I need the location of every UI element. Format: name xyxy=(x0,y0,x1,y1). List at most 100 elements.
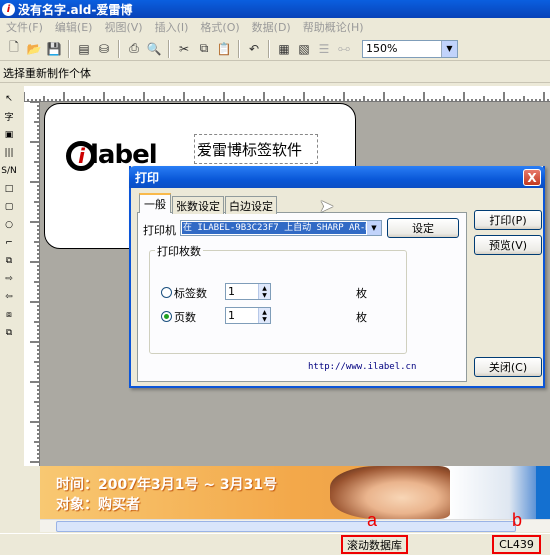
ruler-horizontal-ticks xyxy=(24,92,549,101)
send-back-icon[interactable]: ⧉ xyxy=(2,325,17,340)
setup-button[interactable]: 设定 xyxy=(387,218,459,238)
printer-label: 打印机 xyxy=(143,224,176,237)
layout-icon[interactable]: ▧ xyxy=(295,40,313,58)
toolbar-separator xyxy=(68,39,70,58)
app-icon: i xyxy=(2,2,15,16)
list-icon: ☰ xyxy=(318,41,330,56)
menu-edit[interactable]: 编辑(E) xyxy=(49,19,99,35)
toolbar-separator xyxy=(268,39,270,58)
status-database: 滚动数据库 xyxy=(341,535,408,554)
line-tool-icon[interactable]: ⌐ xyxy=(2,235,17,250)
ellipse-tool-icon[interactable]: ○ xyxy=(2,217,17,232)
menu-insert[interactable]: 插入(I) xyxy=(149,19,195,35)
zoom-value: 150% xyxy=(366,42,398,55)
tab-sheet-settings[interactable]: 张数设定 xyxy=(172,196,224,214)
scrollbar-thumb[interactable] xyxy=(56,521,516,532)
tab-general[interactable]: 一般 xyxy=(139,193,171,213)
ruler-vertical xyxy=(24,102,40,466)
print-preview-icon[interactable]: 🔍 xyxy=(145,40,163,58)
serial-number-tool-icon[interactable]: S/N xyxy=(1,163,16,178)
tab-margin-settings[interactable]: 白边设定 xyxy=(225,196,277,214)
printer-value: 在 ILABEL-9B3C23F7 上自动 SHARP AR-M xyxy=(182,222,366,234)
print-setup-icon[interactable]: ▤ xyxy=(75,40,93,58)
zoom-select[interactable]: 150% ▼ xyxy=(362,39,458,58)
print-icon[interactable]: ⎙ xyxy=(125,40,143,58)
banner-audience: 对象：购买者 xyxy=(56,497,140,513)
unit-label-2: 枚 xyxy=(356,311,367,324)
printer-select[interactable]: 在 ILABEL-9B3C23F7 上自动 SHARP AR-M ▼ xyxy=(180,220,382,236)
menu-help[interactable]: 帮助概论(H) xyxy=(297,19,370,35)
toolbar: 🗋 📂 💾 ▤ ⛁ ⎙ 🔍 ✂ ⧉ 📋 ↶ ▦ ▧ ☰ ⧟ 150% ▼ xyxy=(0,37,550,61)
print-count-group xyxy=(149,250,407,354)
ruler-vertical-ticks xyxy=(30,102,39,463)
horizontal-scrollbar[interactable] xyxy=(40,519,550,532)
undo-icon[interactable]: ↶ xyxy=(245,40,263,58)
menu-view[interactable]: 视图(V) xyxy=(98,19,148,35)
rounded-rect-tool-icon[interactable]: ▢ xyxy=(2,199,17,214)
radio-label-count[interactable] xyxy=(161,287,172,298)
preview-button[interactable]: 预览(V) xyxy=(474,235,542,255)
window-title: 没有名字.ald-爱雷博 xyxy=(18,2,133,17)
page-count-stepper[interactable]: 1 ▲ ▼ xyxy=(225,307,271,324)
print-button[interactable]: 打印(P) xyxy=(474,210,542,230)
toolbar-separator xyxy=(168,39,170,58)
print-count-title: 打印枚数 xyxy=(155,243,203,259)
stepper-arrows-icon[interactable]: ▲ ▼ xyxy=(258,284,270,299)
annotation-b: b xyxy=(512,510,523,530)
label-text-box[interactable]: 爱雷博标签软件 xyxy=(194,134,318,164)
bring-front-icon[interactable]: ⧈ xyxy=(2,307,17,322)
menu-file[interactable]: 文件(F) xyxy=(0,19,49,35)
website-link[interactable]: http://www.ilabel.cn xyxy=(308,362,416,372)
promo-banner[interactable]: 时间：2007年3月1号 ~ 3月31号 对象：购买者 xyxy=(40,466,550,519)
menu-bar: 文件(F) 编辑(E) 视图(V) 插入(I) 格式(O) 数据(D) 帮助概论… xyxy=(0,18,550,36)
ruler-horizontal xyxy=(24,86,550,102)
radio-page-count[interactable] xyxy=(161,311,172,322)
logo-i-ring: i xyxy=(66,140,96,171)
chevron-down-icon[interactable]: ▼ xyxy=(441,40,457,57)
paste-icon[interactable]: 📋 xyxy=(215,40,233,58)
arrow-right-icon[interactable]: ⇨ xyxy=(2,271,17,286)
rectangle-tool-icon[interactable]: □ xyxy=(2,181,17,196)
banner-edge xyxy=(536,466,550,519)
dialog-title: 打印 xyxy=(135,170,160,185)
text-tool-icon[interactable]: 字 xyxy=(2,109,17,124)
hint-text: 选择重新制作个体 xyxy=(0,63,550,83)
arrow-left-icon[interactable]: ⇦ xyxy=(2,289,17,304)
link-icon: ⧟ xyxy=(337,41,350,55)
new-file-icon[interactable]: 🗋 xyxy=(5,40,23,58)
database-icon[interactable]: ⛁ xyxy=(95,40,113,58)
stepper-arrows-icon[interactable]: ▲ ▼ xyxy=(258,308,270,323)
dialog-title-bar: 打印 xyxy=(129,166,545,188)
properties-icon[interactable]: ▦ xyxy=(275,40,293,58)
save-icon[interactable]: 💾 xyxy=(45,40,63,58)
status-bar xyxy=(0,533,550,555)
label-count-value[interactable]: 1 xyxy=(226,284,258,299)
copy-icon[interactable]: ⧉ xyxy=(195,40,213,58)
radio-page-count-text[interactable]: 页数 xyxy=(174,309,196,325)
radio-selected-dot xyxy=(164,314,169,319)
close-button[interactable]: 关闭(C) xyxy=(474,357,542,377)
cut-icon[interactable]: ✂ xyxy=(175,40,193,58)
chevron-down-icon[interactable]: ▼ xyxy=(367,221,381,235)
banner-model-image xyxy=(330,466,450,519)
mouse-cursor-icon: ➤ xyxy=(319,196,335,217)
toolbar-separator xyxy=(238,39,240,58)
label-count-stepper[interactable]: 1 ▲ ▼ xyxy=(225,283,271,300)
barcode-tool-icon[interactable]: ||| xyxy=(2,145,17,160)
radio-label-count-text[interactable]: 标签数 xyxy=(174,285,207,301)
toolbar-separator xyxy=(118,39,120,58)
unit-label-1: 枚 xyxy=(356,287,367,300)
image-tool-icon[interactable]: ▣ xyxy=(2,127,17,142)
page-count-value[interactable]: 1 xyxy=(226,308,258,323)
left-toolbox: ↖ 字 ▣ ||| S/N □ ▢ ○ ⌐ ⧉ ⇨ ⇦ ⧈ ⧉ xyxy=(0,90,18,370)
annotation-a: a xyxy=(367,510,378,530)
title-bar: i 没有名字.ald-爱雷博 xyxy=(0,0,550,18)
menu-format[interactable]: 格式(O) xyxy=(194,19,245,35)
banner-time: 时间：2007年3月1号 ~ 3月31号 xyxy=(56,477,278,493)
close-icon[interactable]: X xyxy=(523,169,541,186)
select-pointer-icon[interactable]: ↖ xyxy=(2,91,17,106)
group-tool-icon[interactable]: ⧉ xyxy=(2,253,17,268)
open-folder-icon[interactable]: 📂 xyxy=(25,40,43,58)
status-code: CL439 xyxy=(492,535,541,554)
menu-data[interactable]: 数据(D) xyxy=(246,19,297,35)
